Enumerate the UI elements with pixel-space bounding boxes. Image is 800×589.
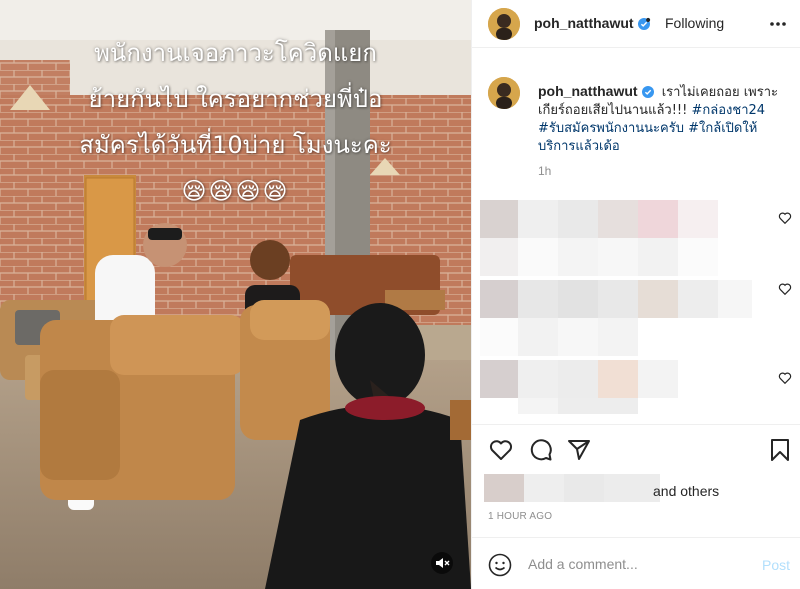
caption-username[interactable]: poh_natthawut (538, 83, 654, 99)
share-paper-plane-icon[interactable] (566, 437, 592, 463)
separator-dot: • (644, 13, 653, 29)
more-horizontal-icon[interactable] (768, 14, 788, 34)
following-button[interactable]: Following (665, 15, 724, 31)
username-text: poh_natthawut (534, 15, 634, 31)
post-timestamp: 1 HOUR AGO (488, 511, 553, 522)
post-media[interactable]: พนักงานเจอภาวะโควิดแยก ย้ายกันไป ใครอยาก… (0, 0, 471, 589)
comments-list[interactable]: poh_natthawut เราไม่เคยถอย เพราะเกียร์ถอ… (472, 64, 800, 424)
avatar[interactable] (488, 77, 520, 109)
likes-and-others[interactable]: and others (653, 483, 719, 499)
hashtag-link[interactable]: #กล่องชา24 (691, 103, 765, 118)
caption-time: 1h (538, 164, 552, 178)
blurred-likers (484, 474, 660, 502)
hashtag-link[interactable]: #รับสมัครพนักงานนะครับ (538, 121, 684, 136)
add-comment-bar: Post (472, 537, 800, 589)
post-detail-panel: poh_natthawut • Following poh_natthawut … (471, 0, 800, 589)
comment-like-heart-icon[interactable] (778, 282, 792, 296)
overlay-emoji: 😪😪😪😪 (181, 177, 290, 205)
comment-like-heart-icon[interactable] (778, 371, 792, 385)
speaker-muted-icon[interactable] (431, 552, 453, 574)
comment-input[interactable] (528, 552, 748, 576)
heart-icon[interactable] (488, 437, 514, 463)
overlay-line: ย้ายกันไป ใครอยากช่วยพี่ป๋อ (88, 85, 383, 113)
comment-icon[interactable] (528, 437, 554, 463)
smiley-icon[interactable] (488, 553, 512, 577)
overlay-line: พนักงานเจอภาวะโควิดแยก (94, 39, 377, 67)
post-header: poh_natthawut • Following (472, 0, 800, 48)
video-overlay-caption: พนักงานเจอภาวะโควิดแยก ย้ายกันไป ใครอยาก… (0, 30, 471, 214)
comment-like-heart-icon[interactable] (778, 211, 792, 225)
post-button[interactable]: Post (762, 557, 790, 573)
caption-text: poh_natthawut เราไม่เคยถอย เพราะเกียร์ถอ… (538, 82, 782, 156)
username-link[interactable]: poh_natthawut (534, 15, 650, 31)
verified-badge-icon (641, 86, 654, 98)
username-text: poh_natthawut (538, 83, 638, 99)
bookmark-icon[interactable] (767, 437, 793, 463)
blurred-comments (480, 200, 752, 414)
overlay-line: สมัครได้วันที่10บ่าย โมงนะคะ (79, 131, 392, 159)
avatar[interactable] (488, 8, 520, 40)
action-bar (472, 424, 800, 476)
